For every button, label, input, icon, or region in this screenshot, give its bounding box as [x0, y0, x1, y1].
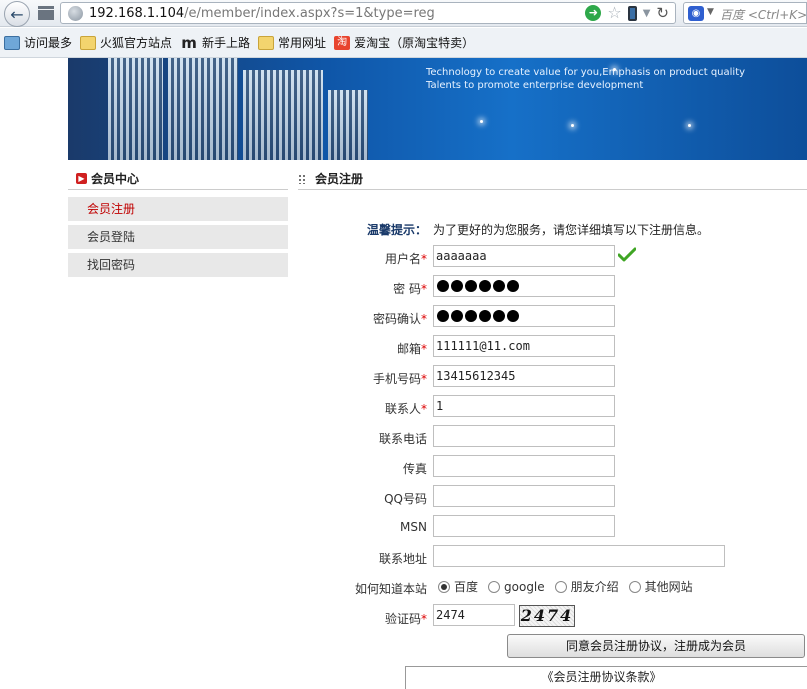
most-visited-icon: [4, 35, 20, 50]
back-arrow-icon[interactable]: ←: [4, 1, 30, 27]
msn-input[interactable]: [433, 515, 615, 537]
msn-label: MSN: [400, 520, 427, 534]
mobile-label: 手机号码*: [372, 372, 427, 386]
bookmark-firefox-official[interactable]: 火狐官方站点: [80, 34, 172, 51]
sparkle-icon: [480, 120, 483, 123]
main-title-text: 会员注册: [315, 172, 364, 186]
radio-label: 朋友介绍: [570, 580, 619, 594]
sidebar-title-text: 会员中心: [91, 172, 140, 186]
site-banner: Technology to create value for you,Empha…: [68, 58, 807, 160]
bookmarks-toolbar: 访问最多 火狐官方站点 m 新手上路 常用网址 淘 爱淘宝（原淘宝特卖）: [0, 28, 807, 58]
sidebar-item-login[interactable]: 会员登陆: [68, 225, 288, 249]
building-image: [328, 90, 368, 160]
banner-slogan-line2: Talents to promote enterprise developmen…: [426, 80, 644, 91]
address-bar[interactable]: 192.168.1.104/e/member/index.aspx?s=1&ty…: [60, 2, 676, 24]
phone-label: 联系电话: [378, 432, 427, 446]
tab-groups-icon[interactable]: [38, 6, 54, 20]
check-icon: [618, 247, 636, 262]
baidu-paw-icon[interactable]: ◉: [688, 6, 704, 21]
reload-icon[interactable]: ↻: [656, 4, 669, 22]
radio-label: 其他网站: [644, 580, 693, 594]
building-image: [168, 58, 238, 160]
username-input[interactable]: aaaaaaa: [433, 245, 615, 267]
sparkle-icon: [571, 124, 574, 127]
password-label: 密 码*: [393, 282, 427, 296]
sidebar-item-forgot-password[interactable]: 找回密码: [68, 253, 288, 277]
hint-label: 温馨提示：: [366, 223, 427, 237]
qq-input[interactable]: [433, 485, 615, 507]
bookmark-label: 新手上路: [202, 36, 251, 50]
taobao-icon: 淘: [334, 35, 351, 50]
bookmark-label: 访问最多: [24, 36, 73, 50]
history-dropdown-icon[interactable]: ▼: [643, 8, 651, 19]
globe-icon: [68, 6, 83, 21]
bookmark-label: 火狐官方站点: [100, 36, 173, 50]
bookmark-getting-started[interactable]: m 新手上路: [180, 34, 250, 51]
captcha-image[interactable]: 2474: [519, 605, 575, 627]
url-text[interactable]: 192.168.1.104/e/member/index.aspx?s=1&ty…: [89, 6, 435, 21]
folder-icon: [258, 35, 275, 50]
contact-label: 联系人*: [384, 402, 427, 416]
address-label: 联系地址: [378, 552, 427, 566]
arrow-right-icon: ▶: [76, 173, 87, 184]
bookmark-taobao[interactable]: 淘 爱淘宝（原淘宝特卖）: [334, 34, 474, 51]
captcha-label: 验证码*: [384, 612, 427, 626]
browser-navbar: ← 192.168.1.104/e/member/index.aspx?s=1&…: [0, 0, 807, 27]
m-logo-icon: m: [181, 33, 197, 52]
search-bar[interactable]: ◉ ▼ 百度 <Ctrl+K>: [683, 2, 807, 24]
sidebar-item-register[interactable]: 会员注册: [68, 197, 288, 221]
phone-input[interactable]: [433, 425, 615, 447]
hint-text: 为了更好的为您服务，请您详细填写以下注册信息。: [433, 223, 710, 237]
address-input[interactable]: [433, 545, 725, 567]
fax-input[interactable]: [433, 455, 615, 477]
bookmark-common-sites[interactable]: 常用网址: [258, 34, 326, 51]
email-label: 邮箱*: [396, 342, 427, 356]
radio-google[interactable]: [488, 580, 501, 593]
radio-baidu[interactable]: [438, 580, 450, 593]
url-path: /e/member/index.aspx?s=1&type=reg: [184, 6, 435, 21]
radio-label: 百度: [454, 580, 479, 594]
go-arrow-icon[interactable]: ➜: [585, 5, 602, 21]
username-label: 用户名*: [384, 252, 427, 266]
url-host: 192.168.1.104: [89, 6, 185, 21]
building-image: [243, 70, 323, 160]
terms-link[interactable]: 《会员注册协议条款》: [405, 666, 807, 689]
register-submit-button[interactable]: 同意会员注册协议，注册成为会员: [507, 634, 805, 658]
bookmark-most-visited[interactable]: 访问最多: [4, 34, 72, 51]
password-confirm-input[interactable]: [433, 305, 615, 327]
contact-input[interactable]: 1: [433, 395, 615, 417]
send-to-device-icon[interactable]: [627, 5, 637, 21]
radio-label: google: [504, 579, 545, 594]
building-image: [108, 58, 163, 160]
password-confirm-label: 密码确认*: [372, 312, 427, 326]
qq-label: QQ号码: [384, 492, 427, 506]
radio-other-site[interactable]: [628, 580, 641, 593]
captcha-input[interactable]: 2474: [433, 604, 515, 626]
sparkle-icon: [688, 124, 691, 127]
password-input[interactable]: [433, 275, 615, 297]
source-label: 如何知道本站: [354, 582, 427, 596]
search-engine-dropdown-icon[interactable]: ▼: [707, 7, 714, 17]
bookmark-star-icon[interactable]: ☆: [607, 5, 621, 21]
bookmark-label: 常用网址: [278, 36, 327, 50]
bookmark-label: 爱淘宝（原淘宝特卖）: [354, 36, 475, 50]
source-radio-group: 百度 google 朋友介绍 其他网站: [438, 578, 703, 595]
mobile-input[interactable]: 13415612345: [433, 365, 615, 387]
main-section-title: 会员注册: [298, 168, 807, 190]
sidebar-title: ▶ 会员中心: [68, 168, 288, 190]
search-placeholder: 百度 <Ctrl+K>: [720, 8, 807, 22]
radio-friend[interactable]: [554, 580, 567, 593]
folder-icon: [80, 35, 97, 50]
banner-slogan-line1: Technology to create value for you,Empha…: [426, 67, 746, 78]
email-input[interactable]: 111111@11.com: [433, 335, 615, 357]
sparkle-icon: [613, 68, 616, 71]
fax-label: 传真: [402, 462, 427, 476]
dotted-bullet-icon: [298, 173, 306, 184]
